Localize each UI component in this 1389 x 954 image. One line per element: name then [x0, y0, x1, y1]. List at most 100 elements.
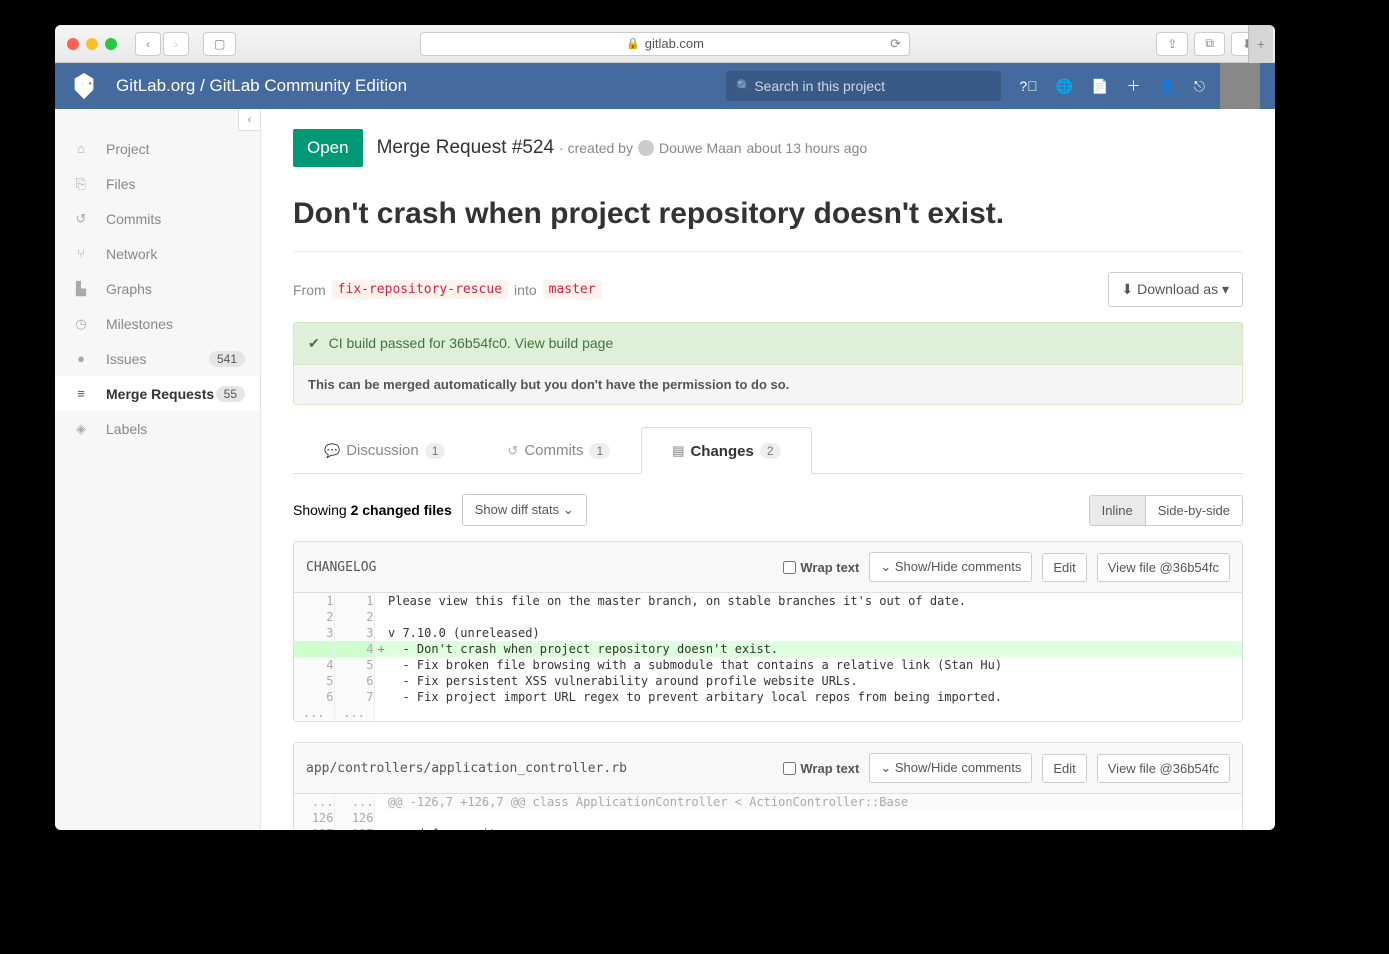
old-line-number: 3 [294, 625, 334, 641]
breadcrumb[interactable]: GitLab.org / GitLab Community Edition [116, 76, 407, 96]
changed-files-count: 2 changed files [351, 502, 452, 518]
new-line-number: 6 [334, 673, 374, 689]
globe-icon[interactable]: 🌐 [1056, 78, 1073, 95]
old-line-number: ... [294, 705, 334, 721]
diff-line: 5 6 - Fix persistent XSS vulnerability a… [294, 673, 1242, 689]
sidebar-item-label: Graphs [106, 281, 152, 297]
download-as-button[interactable]: ⬇ Download as ▾ [1108, 272, 1243, 307]
old-line-number: 6 [294, 689, 334, 705]
sidebar-item-labels[interactable]: ◈ Labels [55, 411, 260, 446]
lock-icon: 🔒 [626, 37, 640, 50]
wrap-checkbox[interactable] [783, 762, 796, 775]
maximize-window[interactable] [105, 38, 117, 50]
tabs-button[interactable]: ⧉ [1194, 32, 1225, 56]
sidebar-item-merge-requests[interactable]: ≡ Merge Requests 55 [55, 376, 260, 411]
back-button[interactable]: ‹ [135, 32, 161, 56]
avatar[interactable] [1220, 63, 1260, 109]
snippet-icon[interactable]: 📄 [1091, 78, 1108, 95]
side-by-side-view[interactable]: Side-by-side [1146, 496, 1242, 525]
author-avatar [638, 140, 654, 156]
diff-line: 3 3 v 7.10.0 (unreleased) [294, 625, 1242, 641]
sidebar-item-network[interactable]: ⑂ Network [55, 236, 260, 271]
sidebar-item-project[interactable]: ⌂ Project [55, 131, 260, 166]
user-icon[interactable]: 👤 [1158, 78, 1175, 95]
sidebar-item-issues[interactable]: ● Issues 541 [55, 341, 260, 376]
sidebar-item-milestones[interactable]: ◷ Milestones [55, 306, 260, 341]
page-title: Don't crash when project repository does… [293, 197, 1243, 231]
sidebar-collapse[interactable]: ‹ [238, 109, 260, 131]
diff-line: 2 2 [294, 609, 1242, 625]
sidebar-item-label: Project [106, 141, 150, 157]
created-by-label: · created by [559, 140, 633, 156]
diff-line: 4 + - Don't crash when project repositor… [294, 641, 1242, 657]
file-block: CHANGELOG Wrap text ⌄ Show/Hide comments… [293, 541, 1243, 722]
forward-button[interactable]: › [163, 32, 189, 56]
mac-titlebar: ‹ › ▢ 🔒 gitlab.com ⟳ ⇪ ⧉ ⬇ + [55, 25, 1275, 63]
gitlab-header: GitLab.org / GitLab Community Edition 🔍 … [55, 63, 1275, 109]
check-icon: ✔ [308, 335, 320, 351]
diff-sign [374, 689, 388, 705]
new-line-number: 5 [334, 657, 374, 673]
help-icon[interactable]: ?⃝ [1019, 78, 1037, 94]
sidebar-item-label: Network [106, 246, 157, 262]
file-header: app/controllers/application_controller.r… [294, 743, 1242, 794]
tab-count: 1 [589, 443, 610, 459]
diff-line: 127 127 def repository [294, 826, 1242, 830]
sidebar-item-commits[interactable]: ↺ Commits [55, 201, 260, 236]
author-link[interactable]: Douwe Maan [659, 140, 742, 156]
chevron-down-icon: ⌄ [563, 502, 574, 517]
edit-file-button[interactable]: Edit [1042, 553, 1086, 582]
wrap-text-toggle[interactable]: Wrap text [783, 560, 859, 575]
wrap-text-toggle[interactable]: Wrap text [783, 761, 859, 776]
view-file-button[interactable]: View file @36b54fc [1097, 553, 1230, 582]
view-build-link[interactable]: View build page [515, 335, 614, 351]
sidebar-item-files[interactable]: ⎘ Files [55, 166, 260, 201]
diff-sign: + [374, 641, 388, 657]
into-label: into [514, 282, 537, 298]
diff-sign [374, 609, 388, 625]
gitlab-logo-icon[interactable] [70, 72, 98, 100]
sidebar-item-label: Issues [106, 351, 146, 367]
sidebar-toggle[interactable]: ▢ [203, 32, 236, 56]
sidebar-icon: ◷ [70, 316, 92, 332]
minimize-window[interactable] [86, 38, 98, 50]
sidebar-item-label: Merge Requests [106, 386, 214, 402]
from-label: From [293, 282, 326, 298]
reload-icon[interactable]: ⟳ [890, 36, 901, 52]
sidebar-icon: ● [70, 351, 92, 366]
merge-permission-msg: This can be merged automatically but you… [294, 365, 1242, 404]
url-host: gitlab.com [645, 36, 704, 51]
new-line-number: 127 [334, 826, 374, 830]
diff-stats-button[interactable]: Show diff stats ⌄ [462, 494, 587, 526]
close-window[interactable] [67, 38, 79, 50]
show-hide-comments[interactable]: ⌄ Show/Hide comments [869, 753, 1032, 783]
old-line-number: 127 [294, 826, 334, 830]
sidebar-icon: ▙ [70, 281, 92, 297]
diff-code [388, 609, 1242, 625]
address-bar[interactable]: 🔒 gitlab.com ⟳ [420, 32, 910, 56]
tab-count: 2 [760, 443, 781, 459]
old-line-number [294, 641, 334, 657]
plus-icon[interactable]: ＋ [1126, 76, 1140, 96]
sidebar-item-graphs[interactable]: ▙ Graphs [55, 271, 260, 306]
tab-discussion[interactable]: 💬 Discussion 1 [293, 427, 476, 473]
edit-file-button[interactable]: Edit [1042, 754, 1086, 783]
sidebar-icon: ↺ [70, 211, 92, 227]
tab-commits[interactable]: ↺ Commits 1 [476, 427, 641, 473]
chevron-down-icon: ⌄ [880, 559, 895, 574]
diff-line: 126 126 [294, 810, 1242, 826]
new-tab-button[interactable]: + [1248, 25, 1273, 63]
new-line-number: ... [334, 705, 374, 721]
diff-sign [374, 794, 388, 810]
view-file-button[interactable]: View file @36b54fc [1097, 754, 1230, 783]
share-button[interactable]: ⇪ [1156, 32, 1188, 56]
wrap-checkbox[interactable] [783, 561, 796, 574]
diff-sign [374, 705, 388, 721]
show-hide-comments[interactable]: ⌄ Show/Hide comments [869, 552, 1032, 582]
tab-label: Changes [690, 443, 753, 460]
logout-icon[interactable]: ⎋ [1194, 78, 1205, 95]
inline-view[interactable]: Inline [1090, 496, 1146, 525]
search-input[interactable] [726, 71, 1001, 101]
search-icon: 🔍 [736, 79, 751, 93]
tab-changes[interactable]: ▤ Changes 2 [641, 427, 811, 474]
